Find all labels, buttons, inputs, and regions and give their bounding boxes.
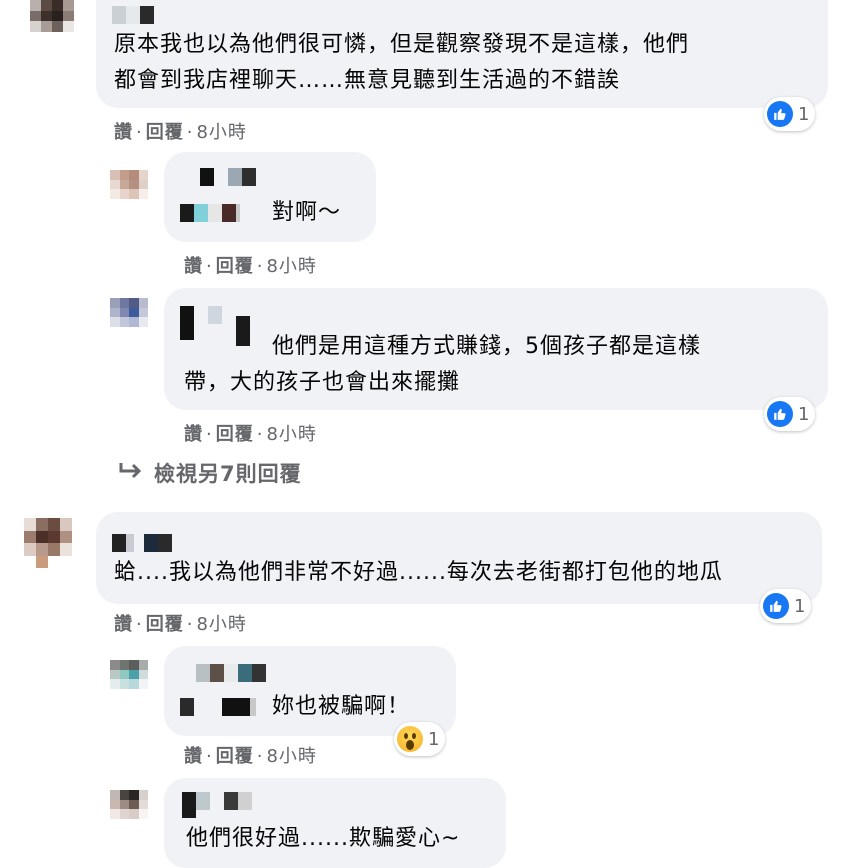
avatar[interactable] <box>110 790 148 828</box>
commenter-name[interactable] <box>180 306 250 346</box>
separator: · <box>256 256 264 277</box>
timestamp[interactable]: 8小時 <box>266 424 316 445</box>
timestamp[interactable]: 8小時 <box>196 614 246 635</box>
reaction-count-label: 1 <box>798 403 810 425</box>
separator: · <box>136 122 143 143</box>
comment-text: 對啊～ <box>272 200 342 225</box>
commenter-name[interactable] <box>112 534 172 552</box>
reply-button[interactable]: 回覆 <box>146 614 184 635</box>
comment-text: 他們很好過......欺騙愛心~ <box>186 826 461 851</box>
like-button[interactable]: 讚 <box>114 614 133 635</box>
commenter-name[interactable] <box>112 6 154 24</box>
reaction-count[interactable]: 1 <box>764 397 816 431</box>
comment-bubble <box>164 152 376 242</box>
avatar[interactable] <box>110 660 148 698</box>
comment-text: 他們是用這種方式賺錢，5個孩子都是這樣 <box>272 334 701 359</box>
like-button[interactable]: 讚 <box>184 424 203 445</box>
comment-text: 原本我也以為他們很可憐，但是觀察發現不是這樣，他們 <box>114 32 690 57</box>
like-button[interactable]: 讚 <box>184 746 203 767</box>
like-icon <box>763 593 789 619</box>
avatar[interactable] <box>24 518 72 568</box>
separator: · <box>206 256 213 277</box>
like-button[interactable]: 讚 <box>184 256 203 277</box>
reaction-count[interactable]: 1 <box>760 589 812 623</box>
wow-icon <box>397 726 423 752</box>
timestamp[interactable]: 8小時 <box>266 746 316 767</box>
reaction-count-label: 1 <box>794 595 806 617</box>
avatar[interactable] <box>110 298 148 336</box>
reaction-count-label: 1 <box>428 728 440 750</box>
comment-text: 蛤....我以為他們非常不好過......每次去老街都打包他的地瓜 <box>114 560 723 585</box>
comment-actions: 讚 · 回覆 · 8小時 <box>114 610 247 636</box>
comment-text: 妳也被騙啊！ <box>272 694 411 719</box>
view-more-label: 檢視另7則回覆 <box>154 462 302 486</box>
comment-actions: 讚 · 回覆 · 8小時 <box>184 420 317 446</box>
reply-button[interactable]: 回覆 <box>216 424 254 445</box>
reply-arrow-icon <box>118 461 144 486</box>
comment-text: 帶，大的孩子也會出來擺攤 <box>184 370 461 395</box>
reply-button[interactable]: 回覆 <box>216 256 254 277</box>
comment-actions: 讚 · 回覆 · 8小時 <box>184 252 317 278</box>
timestamp[interactable]: 8小時 <box>266 256 316 277</box>
separator: · <box>256 746 264 767</box>
reaction-count[interactable]: 1 <box>394 722 446 756</box>
commenter-name[interactable] <box>196 664 266 682</box>
avatar[interactable] <box>110 170 148 208</box>
commenter-name[interactable] <box>180 204 240 222</box>
separator: · <box>136 614 143 635</box>
reaction-count[interactable]: 1 <box>764 97 816 131</box>
like-button[interactable]: 讚 <box>114 122 133 143</box>
separator: · <box>206 424 213 445</box>
commenter-name[interactable] <box>200 168 256 186</box>
comment-actions: 讚 · 回覆 · 8小時 <box>114 118 247 144</box>
comment-actions: 讚 · 回覆 · 8小時 <box>184 742 317 768</box>
comment-text: 都會到我店裡聊天……無意見聽到生活過的不錯誒 <box>114 68 621 93</box>
avatar[interactable] <box>30 0 74 42</box>
separator: · <box>256 424 264 445</box>
timestamp[interactable]: 8小時 <box>196 122 246 143</box>
separator: · <box>206 746 213 767</box>
commenter-name[interactable] <box>182 792 252 818</box>
separator: · <box>186 614 194 635</box>
reply-button[interactable]: 回覆 <box>146 122 184 143</box>
like-icon <box>767 401 793 427</box>
commenter-name[interactable] <box>180 698 256 716</box>
reply-button[interactable]: 回覆 <box>216 746 254 767</box>
separator: · <box>186 122 194 143</box>
like-icon <box>767 101 793 127</box>
reaction-count-label: 1 <box>798 103 810 125</box>
view-more-replies-button[interactable]: 檢視另7則回覆 <box>118 458 302 488</box>
